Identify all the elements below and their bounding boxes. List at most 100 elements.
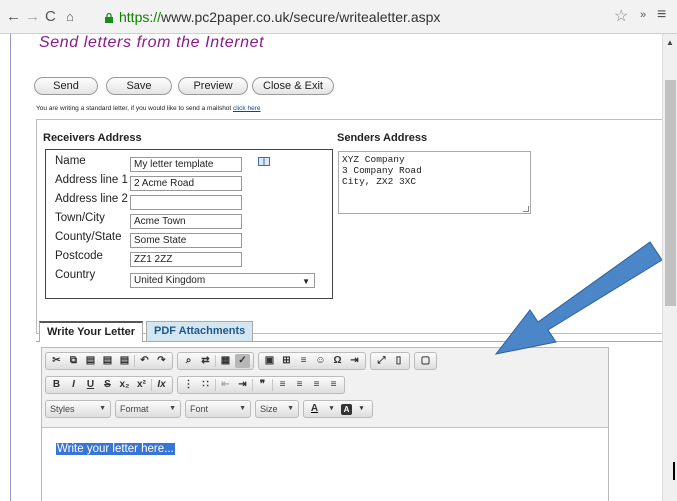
align-right-icon[interactable]: ≡	[309, 378, 324, 392]
senders-heading: Senders Address	[337, 132, 428, 144]
superscript-icon[interactable]: x²	[134, 378, 149, 392]
bookmark-star-icon[interactable]: ☆	[614, 6, 628, 26]
chevron-down-icon[interactable]: ▾	[324, 402, 339, 416]
copy-icon[interactable]: ⧉	[66, 354, 81, 368]
county-field[interactable]: Some State	[130, 233, 242, 248]
editor-placeholder: Write your letter here...	[56, 443, 175, 455]
receivers-heading: Receivers Address	[43, 132, 142, 144]
vertical-scrollbar[interactable]: ▲	[662, 34, 677, 501]
editing-group: ⌕ ⇄ ▦ ✓	[177, 352, 254, 370]
tab-pdf-attachments[interactable]: PDF Attachments	[146, 321, 254, 341]
chevron-down-icon: ▼	[169, 405, 176, 412]
browser-toolbar: ← → C ⌂ https://www.pc2paper.co.uk/secur…	[0, 0, 677, 34]
align-left-icon[interactable]: ≡	[275, 378, 290, 392]
lock-icon	[105, 13, 113, 23]
postcode-label: Postcode	[55, 250, 103, 262]
close-exit-button[interactable]: Close & Exit	[252, 77, 334, 95]
town-label: Town/City	[55, 212, 105, 224]
basic-styles-group: B I U S x₂ x² Ix	[45, 376, 173, 394]
annotation-arrow-icon	[494, 241, 663, 355]
address-bar[interactable]: https://www.pc2paper.co.uk/secure/writea…	[104, 6, 604, 28]
source-icon[interactable]: ▢	[418, 354, 433, 368]
chevron-down-icon: ▼	[239, 405, 246, 412]
preview-button[interactable]: Preview	[178, 77, 248, 95]
table-icon[interactable]: ⊞	[279, 354, 294, 368]
tab-write-letter[interactable]: Write Your Letter	[39, 321, 144, 342]
address-book-icon[interactable]	[258, 157, 270, 166]
page-headline: Send letters from the Internet	[39, 34, 265, 51]
cut-icon[interactable]: ✂	[49, 354, 64, 368]
chevron-down-icon[interactable]: ▾	[354, 402, 369, 416]
smiley-icon[interactable]: ☺	[313, 354, 328, 368]
editor-content-area[interactable]: Write your letter here...	[42, 427, 608, 501]
back-icon[interactable]: ←	[6, 8, 21, 25]
source-group: ▢	[414, 352, 437, 370]
select-all-icon[interactable]: ▦	[218, 354, 233, 368]
text-color-icon[interactable]: A	[307, 402, 322, 416]
subscript-icon[interactable]: x₂	[117, 378, 132, 392]
senders-address-textarea[interactable]: XYZ Company 3 Company Road City, ZX2 3XC	[338, 151, 531, 214]
send-button[interactable]: Send	[34, 77, 98, 95]
replace-icon[interactable]: ⇄	[198, 354, 213, 368]
blockquote-icon[interactable]: ❞	[255, 378, 270, 392]
color-group: A ▾ A ▾	[303, 400, 373, 418]
name-field[interactable]: My letter template	[130, 157, 242, 172]
receivers-form: Name My letter template Address line 1 2…	[45, 149, 333, 299]
justify-icon[interactable]: ≡	[326, 378, 341, 392]
indent-icon[interactable]: ⇥	[235, 378, 250, 392]
resize-handle-icon[interactable]	[523, 206, 529, 212]
redo-icon[interactable]: ↷	[154, 354, 169, 368]
dropdown-arrow-icon: ▼	[302, 277, 310, 286]
toolbar-row-3: Styles ▼ Format ▼ Font ▼ Size ▼ A ▾ A ▾	[45, 400, 373, 418]
image-icon[interactable]: ▣	[262, 354, 277, 368]
undo-icon[interactable]: ↶	[137, 354, 152, 368]
save-button[interactable]: Save	[106, 77, 172, 95]
scrollbar-thumb[interactable]	[665, 80, 676, 306]
toolbar-row-2: B I U S x₂ x² Ix ⋮ ∷ ⇤ ⇥ ❞ ≡ ≡ ≡ ≡	[45, 376, 345, 394]
strikethrough-icon[interactable]: S	[100, 378, 115, 392]
spellcheck-icon[interactable]: ✓	[235, 354, 250, 368]
underline-icon[interactable]: U	[83, 378, 98, 392]
numbered-list-icon[interactable]: ⋮	[181, 378, 196, 392]
chevron-down-icon: ▼	[99, 405, 106, 412]
paste-icon[interactable]: ▤	[83, 354, 98, 368]
town-field[interactable]: Acme Town	[130, 214, 242, 229]
bold-icon[interactable]: B	[49, 378, 64, 392]
styles-dropdown[interactable]: Styles ▼	[45, 400, 111, 418]
paste-text-icon[interactable]: ▤	[100, 354, 115, 368]
bulleted-list-icon[interactable]: ∷	[198, 378, 213, 392]
font-dropdown[interactable]: Font ▼	[185, 400, 251, 418]
url-scheme: https://	[119, 9, 162, 25]
remove-format-icon[interactable]: Ix	[154, 378, 169, 392]
paste-word-icon[interactable]: ▤	[117, 354, 132, 368]
chevron-down-icon: ▼	[287, 405, 294, 412]
menu-icon[interactable]: ≡	[657, 6, 666, 24]
show-blocks-icon[interactable]: ▯	[391, 354, 406, 368]
forward-icon[interactable]: →	[25, 8, 40, 25]
italic-icon[interactable]: I	[66, 378, 81, 392]
outdent-icon[interactable]: ⇤	[218, 378, 233, 392]
align-center-icon[interactable]: ≡	[292, 378, 307, 392]
mailshot-link[interactable]: click here	[233, 105, 260, 112]
address-line-1-label: Address line 1	[55, 174, 128, 186]
maximize-icon[interactable]: ⤢	[374, 354, 389, 368]
postcode-field[interactable]: ZZ1 2ZZ	[130, 252, 242, 267]
horizontal-line-icon[interactable]: ≡	[296, 354, 311, 368]
reload-icon[interactable]: C	[45, 8, 56, 25]
address-line-1-field[interactable]: 2 Acme Road	[130, 176, 242, 191]
find-icon[interactable]: ⌕	[181, 354, 196, 368]
size-dropdown[interactable]: Size ▼	[255, 400, 299, 418]
format-dropdown[interactable]: Format ▼	[115, 400, 181, 418]
letter-editor: ✂ ⧉ ▤ ▤ ▤ ↶ ↷ ⌕ ⇄ ▦ ✓ ▣ ⊞ ≡ ☺ Ω ⇥ ⤢ ▯ ▢ …	[41, 347, 609, 501]
special-char-icon[interactable]: Ω	[330, 354, 345, 368]
home-icon[interactable]: ⌂	[66, 9, 74, 24]
address-line-2-field[interactable]	[130, 195, 242, 210]
cursor-mark	[673, 462, 675, 480]
scroll-up-icon[interactable]: ▲	[666, 38, 674, 47]
background-color-icon[interactable]: A	[341, 403, 352, 415]
county-label: County/State	[55, 231, 122, 243]
country-select[interactable]: United Kingdom ▼	[130, 273, 315, 288]
letter-type-note: You are writing a standard letter, if yo…	[36, 105, 261, 112]
overflow-chevron-icon[interactable]: »	[640, 9, 646, 21]
page-break-icon[interactable]: ⇥	[347, 354, 362, 368]
